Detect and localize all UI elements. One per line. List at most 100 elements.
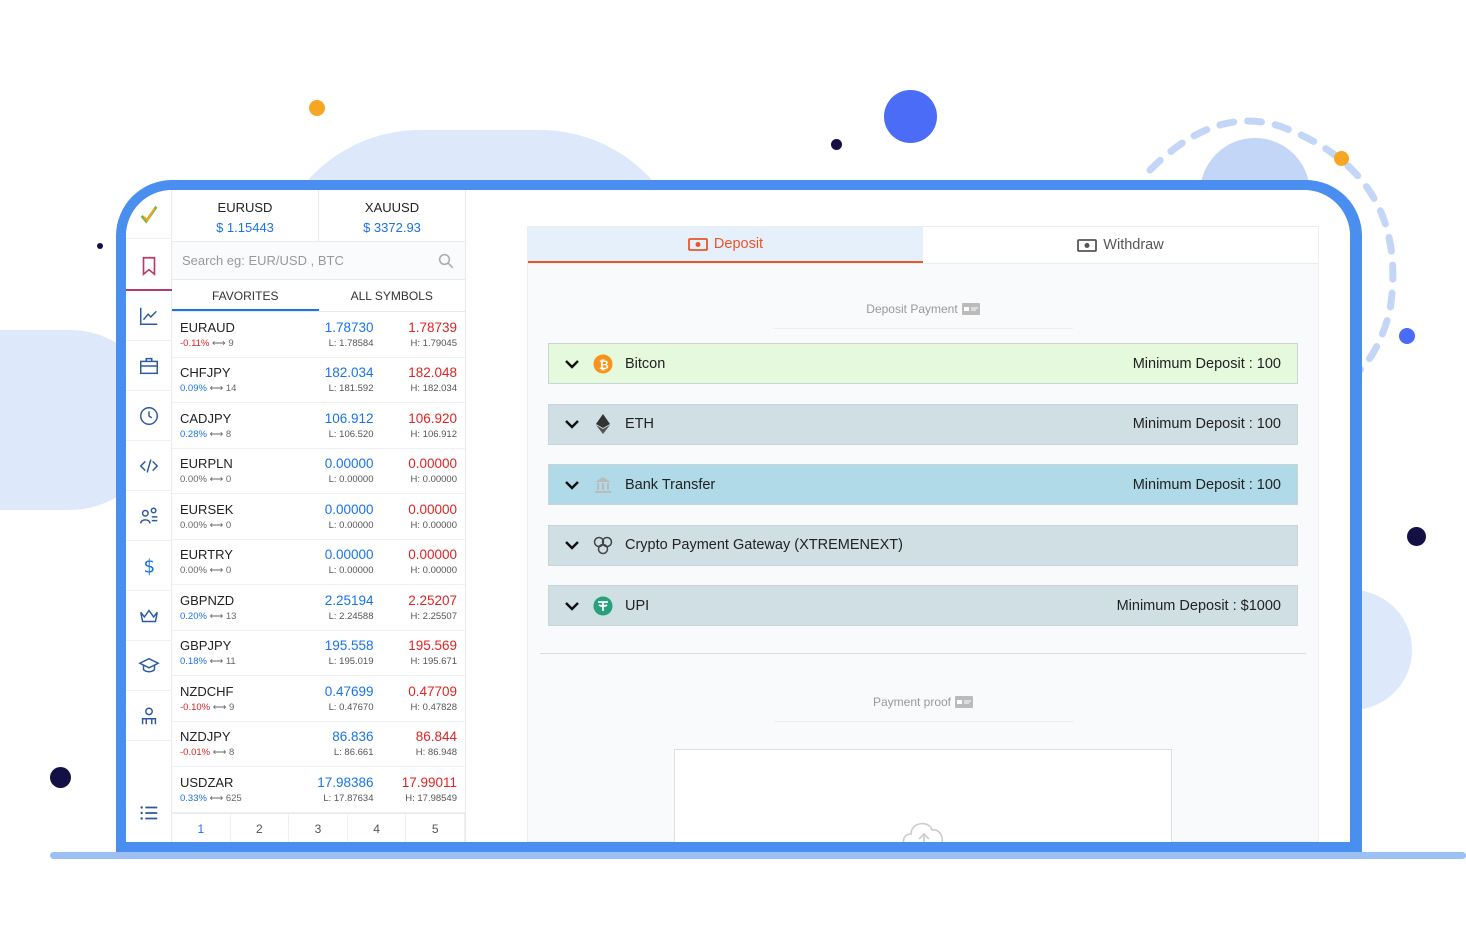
ask-price: 0.00000 bbox=[408, 456, 457, 472]
ask-price: 182.048 bbox=[408, 365, 457, 381]
payment-method-eth[interactable]: ETH Minimum Deposit : 100 bbox=[548, 403, 1298, 445]
high-price: H: 0.47828 bbox=[410, 701, 457, 713]
bookmark-icon[interactable] bbox=[126, 242, 172, 291]
symbol-spread: 9 bbox=[228, 337, 234, 349]
page-3[interactable]: 3 bbox=[289, 813, 348, 842]
ticker-eurusd[interactable]: EURUSD $ 1.15443 bbox=[172, 190, 319, 241]
dot-blue-right bbox=[1399, 328, 1415, 344]
symbol-row[interactable]: EURPLN 0.00% ⟷ 0 0.00000 L: 0.00000 0.00000 H… bbox=[172, 449, 465, 494]
symbol-name: EURSEK bbox=[180, 501, 234, 517]
page-1[interactable]: 1 bbox=[172, 813, 231, 842]
graduation-cap-icon[interactable] bbox=[126, 642, 172, 691]
symbol-spread: 0 bbox=[225, 565, 232, 577]
page-5[interactable]: 5 bbox=[406, 813, 465, 842]
symbol-info: EURSEK 0.00% ⟷ 0 bbox=[180, 502, 290, 531]
ask-column: 0.00000 H: 0.00000 bbox=[374, 456, 457, 485]
logo-icon[interactable] bbox=[126, 190, 172, 239]
spread-icon: ⟷ bbox=[206, 428, 226, 440]
payment-method-bank-transfer[interactable]: Bank Transfer Minimum Deposit : 100 bbox=[548, 464, 1298, 505]
payment-proof-upload[interactable] bbox=[674, 749, 1172, 842]
agent-icon[interactable] bbox=[126, 692, 172, 741]
chevron-down-icon[interactable] bbox=[563, 476, 581, 494]
symbol-name: EURTRY bbox=[180, 547, 233, 563]
symbol-row[interactable]: GBPNZD 0.20% ⟷ 13 2.25194 L: 2.24588 2.25207… bbox=[172, 585, 465, 631]
chevron-down-icon[interactable] bbox=[563, 536, 581, 554]
ask-price: 86.844 bbox=[415, 729, 457, 745]
chevron-down-icon[interactable] bbox=[563, 415, 581, 433]
chart-line-icon[interactable] bbox=[126, 292, 172, 341]
tab-deposit[interactable]: Deposit bbox=[528, 227, 923, 263]
symbol-row[interactable]: NZDCHF -0.10% ⟷ 9 0.47699 L: 0.47670 0.47709… bbox=[172, 676, 465, 722]
symbol-info: CADJPY 0.28% ⟷ 8 bbox=[180, 411, 290, 440]
symbol-row[interactable]: EURTRY 0.00% ⟷ 0 0.00000 L: 0.00000 0.00000 H… bbox=[172, 540, 465, 585]
minimum-deposit: Minimum Deposit : $1000 bbox=[1116, 597, 1281, 614]
tab-withdraw[interactable]: Withdraw bbox=[923, 227, 1318, 263]
ticker-xauusd[interactable]: XAUUSD $ 3372.93 bbox=[319, 190, 465, 241]
symbol-change-line: 0.00% ⟷ 0 bbox=[180, 474, 290, 485]
page-2[interactable]: 2 bbox=[231, 813, 290, 842]
symbol-change: 0.28% bbox=[180, 428, 207, 440]
ask-column: 0.47709 H: 0.47828 bbox=[374, 684, 457, 713]
low-price: L: 181.592 bbox=[328, 383, 374, 395]
payment-method-upi[interactable]: UPI Minimum Deposit : $1000 bbox=[548, 585, 1298, 626]
bid-column: 2.25194 L: 2.24588 bbox=[290, 593, 374, 622]
symbol-info: NZDCHF -0.10% ⟷ 9 bbox=[180, 684, 290, 713]
low-price: L: 0.00000 bbox=[328, 474, 374, 486]
crown-icon[interactable] bbox=[126, 592, 172, 641]
search-icon[interactable] bbox=[437, 252, 455, 270]
minimum-deposit: Minimum Deposit : 100 bbox=[1132, 416, 1281, 432]
low-price: L: 1.78584 bbox=[328, 337, 374, 349]
deposit-withdraw-tabs: Deposit Withdraw bbox=[528, 227, 1318, 264]
users-icon[interactable] bbox=[126, 492, 172, 541]
code-icon[interactable] bbox=[126, 442, 172, 491]
bid-price: 182.034 bbox=[324, 365, 374, 381]
low-price: L: 86.661 bbox=[333, 747, 374, 759]
symbol-spread: 625 bbox=[225, 792, 242, 804]
symbol-row[interactable]: CADJPY 0.28% ⟷ 8 106.912 L: 106.520 106.920 H… bbox=[172, 403, 465, 449]
high-price: H: 0.00000 bbox=[410, 565, 457, 577]
cash-icon bbox=[1077, 238, 1098, 252]
search-input[interactable] bbox=[182, 253, 437, 268]
spread-icon: ⟷ bbox=[210, 747, 230, 759]
deposit-payment-label: Deposit Payment bbox=[866, 302, 958, 316]
symbol-row[interactable]: EURAUD -0.11% ⟷ 9 1.78730 L: 1.78584 1.78739… bbox=[172, 312, 465, 358]
ask-price: 0.00000 bbox=[408, 501, 457, 517]
app-window: $ EURUSD $ 1.15443 XAUUSD $ 3372.93 Sear… bbox=[126, 190, 1350, 842]
dot-orange-right bbox=[1334, 151, 1349, 166]
symbol-row[interactable]: USDZAR 0.33% ⟷ 625 17.98386 L: 17.87634 17.9… bbox=[172, 767, 465, 813]
bid-column: 86.836 L: 86.661 bbox=[290, 729, 374, 759]
symbol-name: CHFJPY bbox=[180, 365, 231, 381]
spread-icon: ⟷ bbox=[206, 474, 226, 486]
low-price: L: 2.24588 bbox=[328, 610, 374, 622]
svg-text:$: $ bbox=[144, 556, 156, 577]
symbol-row[interactable]: CHFJPY 0.09% ⟷ 14 182.034 L: 181.592 182.048… bbox=[172, 358, 465, 403]
symbol-list: EURAUD -0.11% ⟷ 9 1.78730 L: 1.78584 1.78739… bbox=[172, 312, 465, 813]
ask-price: 2.25207 bbox=[408, 592, 457, 608]
briefcase-icon[interactable] bbox=[126, 342, 172, 391]
high-price: H: 195.671 bbox=[410, 656, 457, 668]
bid-column: 0.00000 L: 0.00000 bbox=[290, 456, 374, 485]
symbol-change: 0.00% bbox=[180, 519, 207, 531]
search-bar bbox=[172, 242, 465, 280]
symbol-row[interactable]: EURSEK 0.00% ⟷ 0 0.00000 L: 0.00000 0.00000 H… bbox=[172, 494, 465, 540]
list-icon[interactable] bbox=[126, 788, 172, 837]
chevron-down-icon[interactable] bbox=[563, 597, 581, 615]
payment-method-crypto-payment-gateway-xtremenext[interactable]: Crypto Payment Gateway (XTREMENEXT) bbox=[548, 524, 1298, 566]
symbol-change-line: 0.00% ⟷ 0 bbox=[180, 520, 290, 531]
payment-method-bitcon[interactable]: ₿ Bitcon Minimum Deposit : 100 bbox=[548, 343, 1298, 384]
dollar-icon[interactable]: $ bbox=[126, 542, 172, 591]
crypto-gateway-icon bbox=[593, 535, 613, 555]
tab-all-symbols[interactable]: ALL SYMBOLS bbox=[319, 280, 466, 311]
ask-price: 17.99011 bbox=[401, 774, 457, 790]
symbol-row[interactable]: GBPJPY 0.18% ⟷ 11 195.558 L: 195.019 195.569… bbox=[172, 631, 465, 676]
tab-withdraw-label: Withdraw bbox=[1103, 237, 1164, 253]
symbol-tabs: FAVORITES ALL SYMBOLS bbox=[172, 280, 465, 312]
history-icon[interactable] bbox=[126, 392, 172, 441]
chevron-down-icon[interactable] bbox=[563, 355, 581, 373]
bid-price: 0.00000 bbox=[324, 547, 374, 563]
section-divider bbox=[774, 721, 1074, 722]
ask-price: 0.00000 bbox=[408, 547, 457, 563]
tab-favorites[interactable]: FAVORITES bbox=[172, 280, 319, 311]
page-4[interactable]: 4 bbox=[348, 813, 407, 842]
symbol-row[interactable]: NZDJPY -0.01% ⟷ 8 86.836 L: 86.661 86.844 H: … bbox=[172, 722, 465, 767]
